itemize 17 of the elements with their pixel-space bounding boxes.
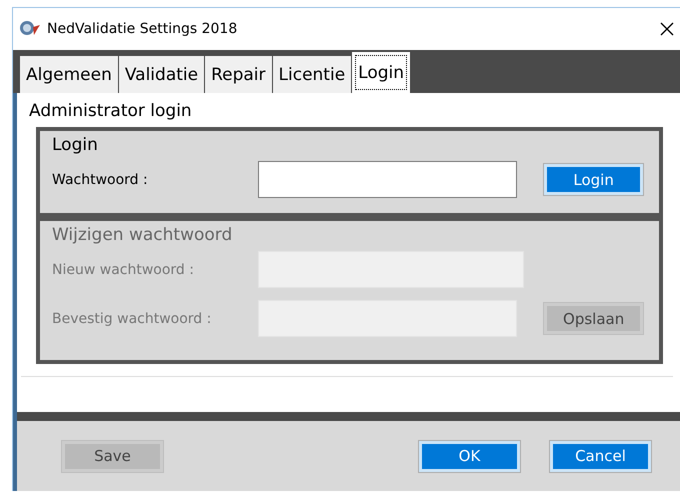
tab[interactable]: Licentie bbox=[272, 56, 352, 93]
section-title: Login bbox=[52, 135, 99, 155]
dialog-button[interactable]: OK bbox=[419, 440, 520, 472]
password-field[interactable] bbox=[258, 161, 517, 198]
group-title: Administrator login bbox=[28, 101, 193, 121]
login-button[interactable]: Login bbox=[544, 164, 643, 195]
field-label: Bevestig wachtwoord : bbox=[52, 310, 212, 326]
window-title: NedValidatie Settings 2018 bbox=[47, 21, 238, 37]
field-label: Nieuw wachtwoord : bbox=[52, 262, 195, 278]
tab[interactable]: Algemeen bbox=[20, 56, 118, 93]
tab[interactable]: Repair bbox=[205, 56, 272, 93]
tab[interactable]: Validatie bbox=[118, 56, 204, 93]
dialog-button[interactable]: Cancel bbox=[550, 440, 651, 472]
tab[interactable]: Login bbox=[352, 52, 410, 93]
section-title: Wijzigen wachtwoord bbox=[52, 225, 234, 245]
close-icon[interactable] bbox=[659, 21, 675, 37]
field-label: Wachtwoord : bbox=[52, 172, 149, 188]
